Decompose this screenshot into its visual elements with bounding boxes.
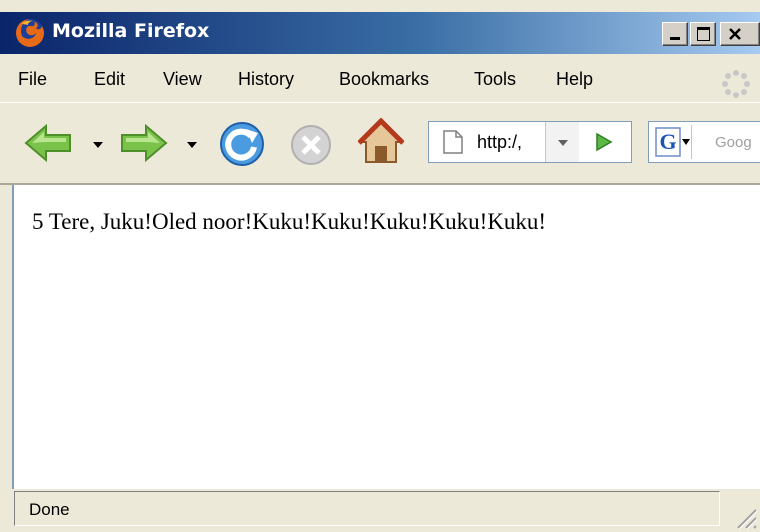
google-icon: G	[655, 127, 681, 157]
menu-edit[interactable]: Edit	[94, 69, 125, 90]
menu-history[interactable]: History	[238, 69, 294, 90]
menu-bookmarks[interactable]: Bookmarks	[339, 69, 429, 90]
chevron-down-icon	[558, 140, 568, 146]
firefox-icon	[16, 19, 44, 47]
menu-tools[interactable]: Tools	[474, 69, 516, 90]
menu-bar: File Edit View History Bookmarks Tools H…	[0, 54, 760, 103]
url-bar[interactable]: http:/,	[428, 121, 632, 163]
close-button[interactable]	[720, 22, 760, 46]
url-history-button[interactable]	[545, 122, 579, 162]
page-icon	[443, 130, 463, 154]
go-button[interactable]	[581, 122, 631, 162]
menu-file[interactable]: File	[18, 69, 47, 90]
menu-view[interactable]: View	[163, 69, 202, 90]
search-bar[interactable]: G Goog	[648, 121, 760, 163]
close-icon	[729, 28, 741, 40]
browser-window: Mozilla Firefox File Edit View History B…	[0, 0, 760, 532]
window-title: Mozilla Firefox	[52, 20, 210, 42]
forward-icon[interactable]	[118, 124, 168, 162]
minimize-button[interactable]	[662, 22, 688, 46]
back-icon[interactable]	[24, 124, 74, 162]
forward-dropdown-icon[interactable]	[187, 142, 197, 148]
svg-text:G: G	[659, 129, 676, 154]
resize-grip-icon[interactable]	[728, 500, 758, 530]
title-bar[interactable]: Mozilla Firefox	[0, 12, 760, 54]
menu-help[interactable]: Help	[556, 69, 593, 90]
home-icon[interactable]	[358, 118, 404, 166]
throbber-icon	[722, 70, 750, 98]
search-input[interactable]: Goog	[715, 134, 752, 151]
status-text: Done	[29, 500, 70, 519]
status-panel: Done	[14, 491, 720, 526]
page-text: 5 Tere, Juku!Oled noor!Kuku!Kuku!Kuku!Ku…	[32, 209, 547, 234]
maximize-button[interactable]	[690, 22, 716, 46]
stop-icon[interactable]	[290, 124, 332, 166]
page-content: 5 Tere, Juku!Oled noor!Kuku!Kuku!Kuku!Ku…	[12, 185, 760, 489]
back-dropdown-icon[interactable]	[93, 142, 103, 148]
go-icon	[596, 132, 613, 152]
search-engine-selector[interactable]: G	[651, 125, 692, 159]
reload-icon[interactable]	[218, 121, 266, 167]
url-text: http:/,	[477, 132, 523, 152]
chevron-down-icon	[682, 139, 690, 145]
status-bar: Done	[12, 489, 760, 532]
